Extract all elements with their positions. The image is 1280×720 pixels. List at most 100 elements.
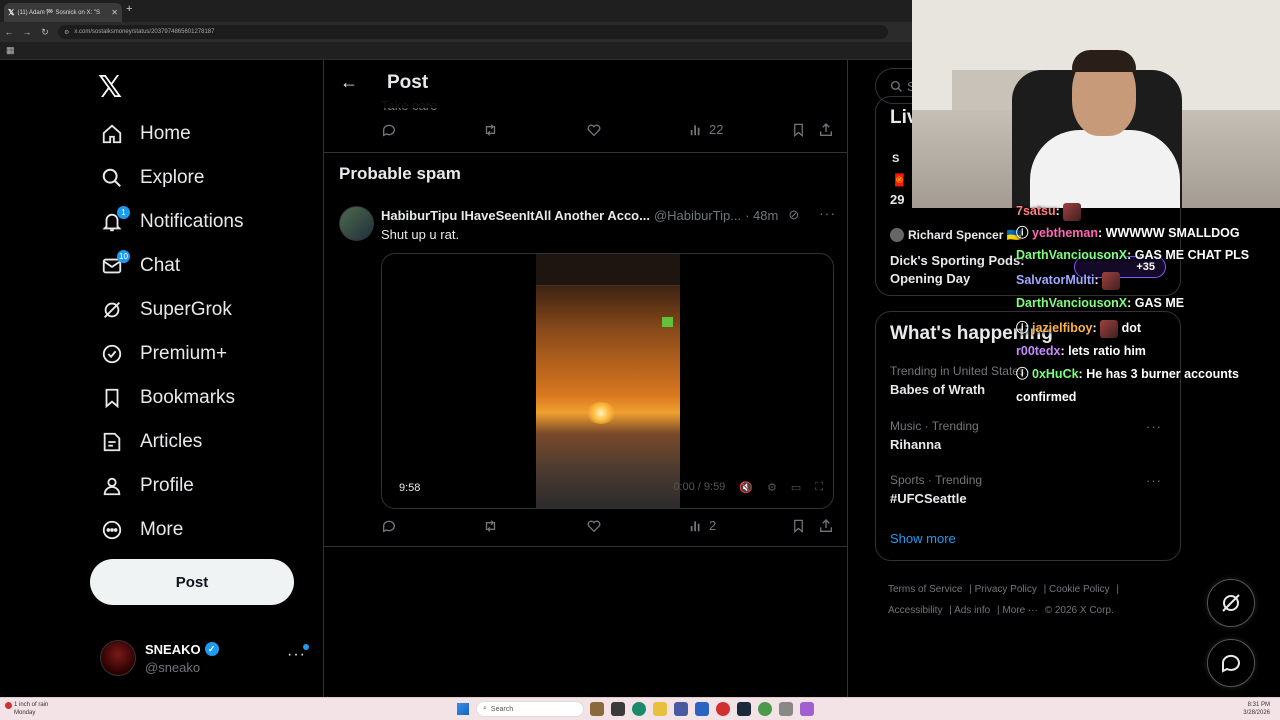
- tweet-author-name[interactable]: HabiburTipu IHaveSeenItAll Another Acco.…: [381, 208, 650, 223]
- taskbar-clock[interactable]: 8:31 PM 3/28/2026: [1243, 701, 1270, 717]
- reply-icon[interactable]: [381, 122, 397, 138]
- show-more-link[interactable]: Show more: [890, 531, 956, 546]
- nav-item-notifications[interactable]: 1 Notifications: [100, 204, 244, 240]
- tweet-time[interactable]: · 48m: [745, 208, 778, 223]
- live-host[interactable]: Richard Spencer 🇺🇦: [890, 228, 1022, 242]
- chat-username: DarthVanciousonX: [1016, 248, 1128, 262]
- grok-fab-button[interactable]: [1207, 579, 1255, 627]
- apps-grid-icon[interactable]: ▦: [6, 45, 15, 56]
- browser-tab[interactable]: 𝕏 (11) Adam 🏁 Sosnick on X: "S ✕: [4, 3, 122, 22]
- messages-fab-button[interactable]: [1207, 639, 1255, 687]
- obs-icon[interactable]: [800, 702, 814, 716]
- share-icon[interactable]: [818, 518, 834, 534]
- page-title: Post: [387, 72, 429, 93]
- tab-title: (11) Adam 🏁 Sosnick on X: "S: [17, 10, 100, 16]
- account-switcher[interactable]: SNEAKO ✓ @sneako ···: [100, 638, 312, 678]
- footer-link[interactable]: More ···: [1002, 605, 1038, 616]
- nav-item-bookmarks[interactable]: Bookmarks: [100, 380, 235, 416]
- app-icon[interactable]: [716, 702, 730, 716]
- like-icon[interactable]: [586, 122, 602, 138]
- post-button[interactable]: Post: [90, 559, 294, 605]
- tab-close-icon[interactable]: ✕: [111, 8, 118, 17]
- live-count: 29: [890, 192, 905, 207]
- bookmark-icon: [100, 386, 124, 410]
- avatar[interactable]: [339, 206, 374, 241]
- nav-label-bookmarks: Bookmarks: [140, 387, 236, 408]
- fullscreen-icon[interactable]: ⛶: [815, 481, 823, 494]
- views-count[interactable]: 2: [689, 518, 716, 533]
- terminal-icon[interactable]: [611, 702, 625, 716]
- trend-item[interactable]: Sports · Trending #UFCSeattle ···: [890, 473, 1170, 506]
- like-icon[interactable]: [586, 518, 602, 534]
- new-tab-icon[interactable]: +: [126, 3, 132, 15]
- nav-label-explore: Explore: [140, 167, 205, 188]
- bookmark-icon[interactable]: [791, 518, 806, 534]
- site-info-icon[interactable]: ⚙: [64, 29, 69, 36]
- chat-username: jazielfiboy: [1032, 321, 1093, 335]
- nav-item-profile[interactable]: Profile: [100, 468, 194, 504]
- grok-icon[interactable]: ⊘: [788, 207, 799, 223]
- nav-item-home[interactable]: Home: [100, 116, 191, 152]
- start-button-icon[interactable]: [457, 703, 469, 715]
- footer-link[interactable]: Ads info: [954, 605, 990, 616]
- mod-badge-icon: ⓘ: [1016, 226, 1029, 240]
- back-arrow-icon[interactable]: ←: [340, 72, 358, 93]
- footer-link[interactable]: Privacy Policy: [975, 584, 1037, 595]
- nav-item-supergrok[interactable]: SuperGrok: [100, 292, 232, 328]
- chrome-icon[interactable]: [758, 702, 772, 716]
- app-icon[interactable]: [779, 702, 793, 716]
- footer-link[interactable]: Accessibility: [888, 605, 942, 616]
- taskbar: 1 inch of rain Monday ⌕ Search 8:31 PM 3…: [0, 697, 1280, 720]
- trend-more-icon[interactable]: ···: [1146, 419, 1162, 434]
- video-player[interactable]: 9:58 0:00 / 9:59 🔇 ⚙ ▭ ⛶: [381, 253, 834, 509]
- search-icon: ⌕: [483, 705, 487, 712]
- nav-item-explore[interactable]: Explore: [100, 160, 204, 196]
- views-icon: [690, 520, 700, 531]
- taskbar-search[interactable]: ⌕ Search: [476, 701, 584, 717]
- trend-more-icon[interactable]: ···: [1146, 473, 1162, 488]
- settings-gear-icon[interactable]: ⚙: [767, 481, 777, 494]
- chat-username: 0xHuCk: [1032, 367, 1079, 381]
- nav-item-more[interactable]: More: [100, 512, 183, 548]
- browser-back-icon[interactable]: ←: [0, 27, 18, 37]
- folder-icon[interactable]: [653, 702, 667, 716]
- url-input[interactable]: ⚙ x.com/sostalksmoney/status/20379748656…: [58, 25, 888, 39]
- chat-message: SalvatorMulti:: [1016, 269, 1121, 292]
- mute-icon[interactable]: 🔇: [739, 481, 753, 494]
- trend-item[interactable]: Music · Trending Rihanna ···: [890, 419, 1170, 452]
- teams-icon[interactable]: [674, 702, 688, 716]
- live-host[interactable]: S: [892, 153, 899, 165]
- reply-icon[interactable]: [381, 518, 397, 534]
- browser-reload-icon[interactable]: ↻: [36, 27, 54, 38]
- browser-forward-icon[interactable]: →: [18, 27, 36, 37]
- trend-name: #UFCSeattle: [890, 491, 967, 506]
- footer-link[interactable]: Cookie Policy: [1049, 584, 1110, 595]
- tweet-author-handle[interactable]: @HabiburTip...: [654, 208, 741, 223]
- nav-item-chat[interactable]: 10 Chat: [100, 248, 180, 284]
- file-explorer-icon[interactable]: [590, 702, 604, 716]
- views-count[interactable]: 22: [689, 122, 723, 137]
- edge-icon[interactable]: [632, 702, 646, 716]
- store-icon[interactable]: [695, 702, 709, 716]
- repost-icon[interactable]: [482, 122, 499, 138]
- nav-label-articles: Articles: [140, 431, 203, 452]
- nav-item-articles[interactable]: Articles: [100, 424, 202, 460]
- search-icon: [100, 166, 124, 190]
- chat-emote-icon: [1100, 319, 1119, 338]
- pip-icon[interactable]: ▭: [791, 481, 801, 494]
- footer-link[interactable]: Terms of Service: [888, 584, 962, 595]
- section-title: Probable spam: [339, 164, 461, 183]
- grok-icon: [1222, 594, 1240, 612]
- tweet-more-icon[interactable]: ···: [819, 205, 836, 221]
- bookmark-icon[interactable]: [791, 122, 806, 138]
- chat-username: r00tedx: [1016, 344, 1061, 358]
- repost-icon[interactable]: [482, 518, 499, 534]
- weather-widget[interactable]: 1 inch of rain Monday: [5, 701, 48, 717]
- steam-icon[interactable]: [737, 702, 751, 716]
- weather-icon: [5, 702, 12, 709]
- chat-username: yebtheman: [1032, 226, 1098, 240]
- share-icon[interactable]: [818, 122, 834, 138]
- x-logo-icon[interactable]: 𝕏: [98, 70, 122, 105]
- chat-emote-icon: [1102, 271, 1121, 290]
- nav-item-premium[interactable]: Premium+: [100, 336, 227, 372]
